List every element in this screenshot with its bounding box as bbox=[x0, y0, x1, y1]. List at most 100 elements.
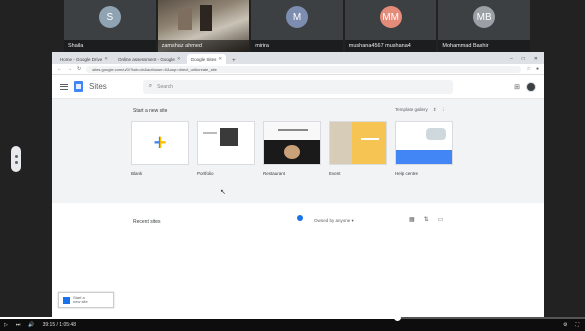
star-icon[interactable]: ☆ bbox=[526, 66, 530, 72]
section-heading: Start a new site bbox=[133, 108, 168, 114]
template-thumbnail: + bbox=[131, 121, 189, 165]
participant-avatar: M bbox=[285, 6, 308, 28]
play-icon[interactable]: ▷ bbox=[4, 322, 8, 328]
section-heading: Recent sites bbox=[133, 219, 161, 225]
start-new-site-section: Start a new site Template gallery ⇕ ⋮ + … bbox=[52, 99, 544, 203]
progress-bar[interactable] bbox=[0, 314, 585, 321]
participant-name: Mohammad Bashir bbox=[438, 40, 530, 52]
camera-video-feed bbox=[177, 8, 192, 30]
browser-tab[interactable]: Online assessment - Google ✕ bbox=[114, 54, 185, 64]
search-input[interactable]: ⌕ Search bbox=[142, 79, 453, 94]
browser-tab[interactable]: Home - Google Drive ✕ bbox=[56, 54, 113, 64]
sites-header: Sites ⌕ Search ⊞ bbox=[52, 75, 544, 99]
template-blank[interactable]: + Blank bbox=[131, 121, 189, 176]
folder-icon[interactable]: ▭ bbox=[438, 216, 444, 223]
plus-icon: + bbox=[153, 130, 167, 155]
menu-icon[interactable] bbox=[60, 83, 68, 90]
video-player-controls: ▷ ⏭ 🔊 39:15 / 1:05:48 ⚙ ⛶ bbox=[0, 314, 585, 331]
fullscreen-icon[interactable]: ⛶ bbox=[575, 322, 579, 328]
close-icon[interactable]: ✕ bbox=[177, 56, 181, 62]
view-options: ▦ ⇅ ▭ bbox=[409, 216, 443, 223]
grid-view-icon[interactable]: ▦ bbox=[409, 216, 415, 223]
participant-tile[interactable]: M mirira bbox=[251, 0, 343, 52]
template-label: Blank bbox=[131, 171, 143, 176]
tab-label: Online assessment - Google bbox=[118, 56, 175, 62]
next-icon[interactable]: ⏭ bbox=[16, 322, 21, 328]
gallery-label: Template gallery bbox=[394, 107, 428, 112]
template-restaurant[interactable]: Restaurant bbox=[263, 121, 321, 176]
template-portfolio[interactable]: Portfolio bbox=[197, 121, 255, 176]
search-icon: ⌕ bbox=[148, 83, 153, 89]
handle-dot-icon bbox=[14, 160, 18, 164]
player-left-controls: ▷ ⏭ 🔊 39:15 / 1:05:48 bbox=[4, 322, 76, 328]
participant-name: mushana4567 mushana4 bbox=[344, 40, 437, 52]
reload-icon[interactable]: ↻ bbox=[77, 66, 81, 72]
close-icon[interactable]: ✕ bbox=[218, 56, 222, 62]
start-new-site-button[interactable]: Start a new site bbox=[58, 292, 114, 308]
avatar[interactable] bbox=[526, 81, 536, 92]
url-field[interactable]: sites.google.com/u/0/?tab=cb&authuser=0&… bbox=[86, 65, 522, 73]
progress-scrubber[interactable] bbox=[394, 314, 402, 321]
new-tab-button[interactable]: + bbox=[228, 58, 240, 64]
participant-tile[interactable]: MM mushana4567 mushana4 bbox=[344, 0, 437, 52]
owner-filter-dropdown[interactable]: Owned by anyone ▾ bbox=[314, 218, 354, 224]
template-help-centre[interactable]: Help centre bbox=[395, 121, 453, 176]
address-bar: ← → ↻ sites.google.com/u/0/?tab=cb&authu… bbox=[52, 64, 544, 75]
participant-name: mirira bbox=[251, 40, 343, 52]
expand-icon: ⇕ bbox=[432, 107, 437, 112]
mouse-cursor-icon: ↖ bbox=[220, 189, 226, 196]
browser-tab-bar: Home - Google Drive ✕ Online assessment -… bbox=[52, 52, 544, 64]
start-new-label-line: new site bbox=[73, 299, 88, 304]
participant-avatar: S bbox=[98, 6, 121, 28]
participant-tile[interactable]: MB Mohammad Bashir bbox=[438, 0, 530, 52]
participant-strip: S Shaila zamshaz ahmed M mirira MM musha… bbox=[64, 0, 530, 52]
camera-video-feed bbox=[199, 5, 212, 31]
back-icon[interactable]: ← bbox=[57, 66, 62, 72]
template-label: Event bbox=[329, 171, 341, 176]
handle-dot-icon bbox=[14, 154, 18, 158]
more-options-icon[interactable]: ⋮ bbox=[442, 107, 447, 113]
forward-icon[interactable]: → bbox=[67, 66, 72, 72]
side-panel-handle[interactable] bbox=[11, 146, 21, 172]
shared-screen: Home - Google Drive ✕ Online assessment -… bbox=[52, 52, 544, 317]
template-event[interactable]: Event bbox=[329, 121, 387, 176]
close-window-icon[interactable]: ✕ bbox=[534, 56, 538, 62]
browser-tab-active[interactable]: Google Sites ✕ bbox=[186, 54, 227, 64]
template-thumbnail bbox=[197, 121, 255, 165]
template-thumbnail bbox=[329, 121, 387, 165]
player-right-controls: ⚙ ⛶ bbox=[563, 322, 579, 328]
template-gallery-toggle[interactable]: Template gallery ⇕ ⋮ bbox=[395, 107, 446, 113]
participant-name: Shaila bbox=[64, 40, 156, 52]
participant-avatar: MB bbox=[473, 6, 496, 28]
tab-label: Home - Google Drive bbox=[60, 56, 103, 62]
maximize-icon[interactable]: □ bbox=[522, 56, 525, 62]
apps-grid-icon[interactable]: ⊞ bbox=[514, 83, 520, 91]
minimize-icon[interactable]: – bbox=[510, 56, 513, 62]
app-title: Sites bbox=[89, 82, 107, 91]
tab-label: Google Sites bbox=[190, 56, 217, 62]
template-thumbnail bbox=[263, 121, 321, 165]
sort-icon[interactable]: ⇅ bbox=[424, 216, 429, 223]
window-controls: – □ ✕ bbox=[504, 56, 544, 64]
extension-icon[interactable]: ● bbox=[536, 66, 539, 72]
recent-sites-section: Recent sites Owned by anyone ▾ ▦ ⇅ ▭ Sta… bbox=[52, 203, 544, 313]
template-label: Portfolio bbox=[197, 171, 214, 176]
participant-name: zamshaz ahmed bbox=[157, 40, 250, 52]
template-list: + Blank Portfolio Restaurant Event Help … bbox=[131, 121, 453, 176]
settings-icon[interactable]: ⚙ bbox=[563, 322, 567, 328]
start-new-label: Start a new site bbox=[73, 295, 88, 305]
search-placeholder: Search bbox=[157, 83, 174, 90]
time-display: 39:15 / 1:05:48 bbox=[42, 322, 76, 328]
progress-fill bbox=[0, 317, 398, 319]
volume-icon[interactable]: 🔊 bbox=[28, 322, 34, 328]
sites-logo-icon bbox=[63, 296, 70, 304]
participant-tile[interactable]: S Shaila bbox=[64, 0, 156, 52]
sites-logo-icon bbox=[74, 81, 83, 92]
template-label: Help centre bbox=[395, 171, 419, 176]
participant-avatar: MM bbox=[379, 6, 402, 28]
close-icon[interactable]: ✕ bbox=[104, 56, 108, 62]
screen-recording: S Shaila zamshaz ahmed M mirira MM musha… bbox=[0, 0, 585, 331]
participant-tile[interactable]: zamshaz ahmed bbox=[157, 0, 250, 52]
template-label: Restaurant bbox=[263, 171, 286, 176]
status-indicator bbox=[297, 215, 303, 221]
